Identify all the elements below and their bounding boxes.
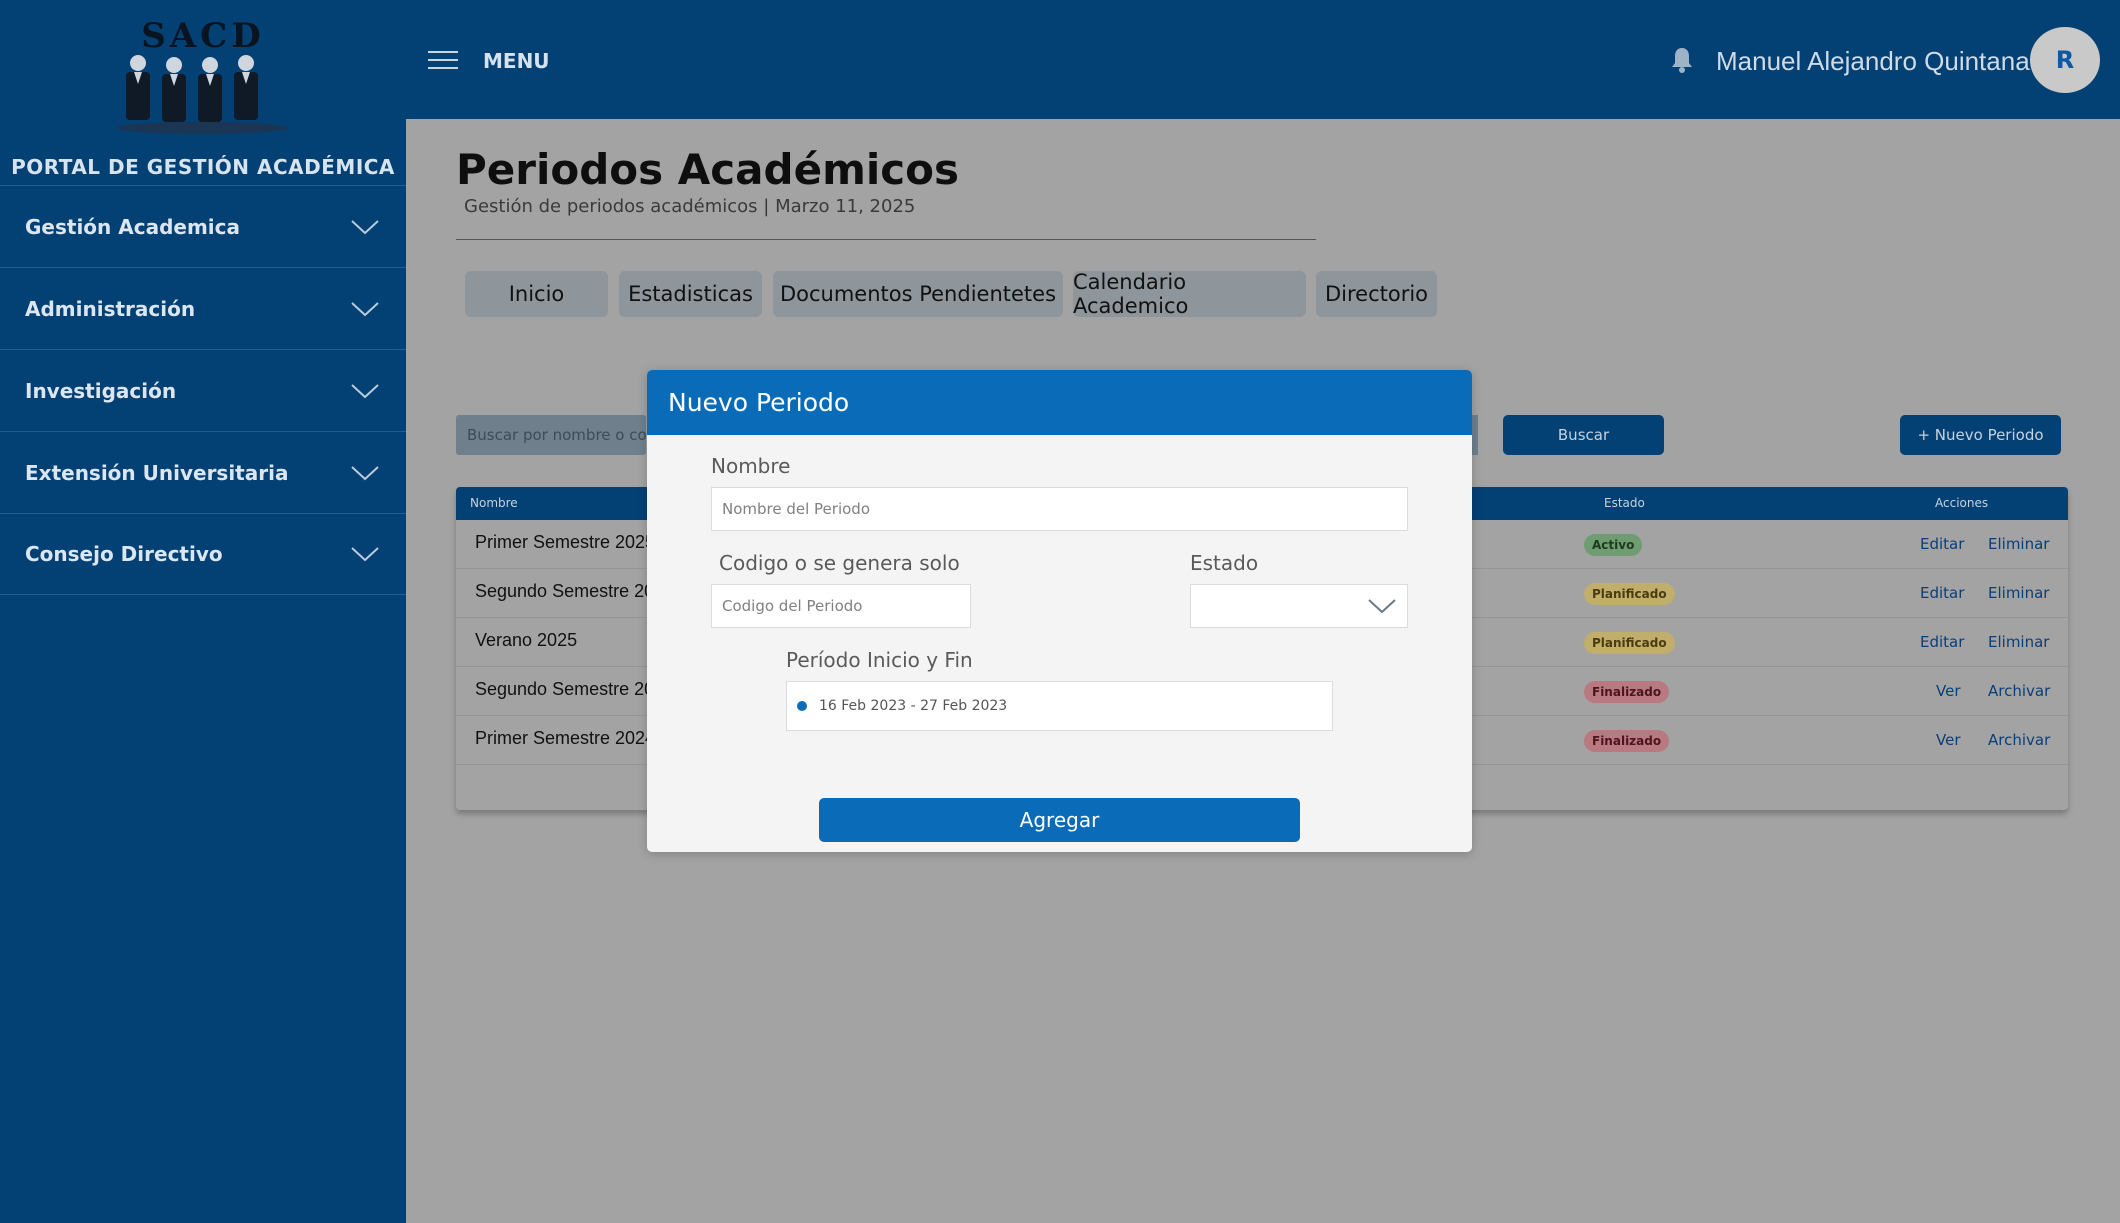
tab-estadisticas[interactable]: Estadisticas <box>619 271 762 317</box>
sidebar-item-gestion-academica[interactable]: Gestión Academica <box>0 185 406 267</box>
sidebar-item-consejo-directivo[interactable]: Consejo Directivo <box>0 513 406 595</box>
bell-icon[interactable] <box>1669 46 1695 74</box>
chevron-down-icon <box>351 465 379 480</box>
new-period-modal: Nuevo Periodo Nombre Nombre del Periodo … <box>647 370 1472 852</box>
delete-link[interactable]: Eliminar <box>1988 584 2049 602</box>
avatar[interactable]: R <box>2030 27 2100 93</box>
logo: SACD PORTAL DE GESTIÓN ACADÉMICA <box>0 0 406 185</box>
sidebar-item-label: Investigación <box>25 378 177 403</box>
column-header-name: Nombre <box>470 496 518 510</box>
date-range-value: 16 Feb 2023 - 27 Feb 2023 <box>819 698 1008 714</box>
status-badge: Finalizado <box>1584 681 1670 703</box>
user-name[interactable]: Manuel Alejandro Quintana <box>1716 46 2030 77</box>
hamburger-menu-icon[interactable] <box>428 50 458 70</box>
name-field[interactable]: Nombre del Periodo <box>711 487 1408 531</box>
period-range-label: Período Inicio y Fin <box>786 648 973 672</box>
period-name: Segundo Semestre 2024 <box>475 679 675 699</box>
period-name: Primer Semestre 2024 <box>475 728 656 748</box>
search-input[interactable]: Buscar por nombre o codigo <box>456 415 646 455</box>
column-header-status: Estado <box>1604 496 1645 510</box>
sidebar-item-administracion[interactable]: Administración <box>0 267 406 349</box>
column-header-actions: Acciones <box>1935 496 1989 510</box>
code-label: Codigo o se genera solo <box>719 551 960 575</box>
chevron-down-icon <box>1368 599 1396 614</box>
status-select[interactable] <box>1190 584 1408 628</box>
sidebar-item-label: Administración <box>25 296 196 321</box>
period-name: Primer Semestre 2025 <box>475 532 656 552</box>
chevron-down-icon <box>351 301 379 316</box>
chevron-down-icon <box>351 547 379 562</box>
sidebar-item-extension-universitaria[interactable]: Extensión Universitaria <box>0 431 406 513</box>
edit-link[interactable]: Editar <box>1920 535 1964 553</box>
period-name: Verano 2025 <box>475 630 578 650</box>
title-divider <box>456 239 1316 240</box>
page-title: Periodos Académicos <box>456 145 959 194</box>
new-period-button[interactable]: + Nuevo Periodo <box>1900 415 2061 455</box>
tab-calendario-academico[interactable]: Calendario Academico <box>1073 270 1306 318</box>
tab-documentos-pendientes[interactable]: Documentos Pendientetes <box>773 271 1063 317</box>
view-link[interactable]: Ver <box>1936 731 1961 749</box>
sidebar-item-label: Extensión Universitaria <box>25 460 289 485</box>
archive-link[interactable]: Archivar <box>1988 731 2050 749</box>
topbar: MENU Manuel Alejandro Quintana R <box>406 0 2120 119</box>
status-badge: Planificado <box>1584 583 1675 605</box>
status-badge: Activo <box>1584 534 1643 556</box>
calendar-dot-icon <box>797 701 807 711</box>
tab-directorio[interactable]: Directorio <box>1316 271 1437 317</box>
add-button[interactable]: Agregar <box>819 798 1300 842</box>
status-label: Estado <box>1190 551 1259 575</box>
modal-title: Nuevo Periodo <box>668 388 850 417</box>
status-badge: Finalizado <box>1584 730 1670 752</box>
sidebar-nav: Gestión Academica Administración Investi… <box>0 185 406 595</box>
chevron-down-icon <box>351 383 379 398</box>
chevron-down-icon <box>351 219 379 234</box>
menu-label[interactable]: MENU <box>483 49 550 73</box>
date-range-picker[interactable]: 16 Feb 2023 - 27 Feb 2023 <box>786 681 1333 731</box>
tab-inicio[interactable]: Inicio <box>465 271 608 317</box>
edit-link[interactable]: Editar <box>1920 633 1964 651</box>
delete-link[interactable]: Eliminar <box>1988 633 2049 651</box>
edit-link[interactable]: Editar <box>1920 584 1964 602</box>
view-link[interactable]: Ver <box>1936 682 1961 700</box>
logo-people-icon <box>116 55 288 134</box>
period-name: Segundo Semestre 2025 <box>475 581 675 601</box>
status-badge: Planificado <box>1584 632 1675 654</box>
sidebar-item-investigacion[interactable]: Investigación <box>0 349 406 431</box>
search-button[interactable]: Buscar <box>1503 415 1664 455</box>
archive-link[interactable]: Archivar <box>1988 682 2050 700</box>
sidebar-item-label: Consejo Directivo <box>25 542 223 566</box>
portal-title: PORTAL DE GESTIÓN ACADÉMICA <box>11 155 395 179</box>
code-field[interactable]: Codigo del Periodo <box>711 584 971 628</box>
name-label: Nombre <box>711 454 791 478</box>
modal-header: Nuevo Periodo <box>647 370 1472 435</box>
sidebar-item-label: Gestión Academica <box>25 214 240 239</box>
delete-link[interactable]: Eliminar <box>1988 535 2049 553</box>
page-subtitle: Gestión de periodos académicos | Marzo 1… <box>464 196 916 217</box>
logo-text: SACD <box>141 16 265 56</box>
sidebar: SACD PORTAL DE GESTIÓN ACADÉMICA Gestión… <box>0 0 406 1223</box>
